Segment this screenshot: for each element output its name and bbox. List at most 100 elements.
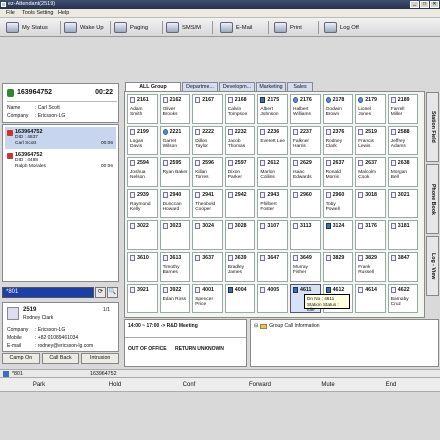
station-cell[interactable]: 2376 Rodney Clark (322, 125, 354, 156)
station-cell[interactable]: 2942 (224, 188, 256, 219)
station-cell[interactable]: 2629 Isaac Edwards (290, 157, 321, 187)
tab-development[interactable]: Developm... (219, 82, 255, 91)
station-cell[interactable]: 4614 (355, 283, 386, 314)
wake-up-button[interactable]: Wake Up (64, 20, 104, 35)
station-cell[interactable]: 4005 (257, 283, 288, 314)
station-cell[interactable]: 3018 (355, 188, 386, 219)
station-cell[interactable]: 3022 (127, 220, 158, 250)
menu-help[interactable]: Help (58, 10, 69, 16)
station-cell[interactable]: 4622 Barnaby Cruz (387, 283, 419, 314)
forward-button[interactable]: Forward (235, 380, 285, 390)
park-button[interactable]: Park (14, 380, 64, 390)
group-call-tree-item[interactable]: ⊟ Group Call Information (254, 323, 320, 329)
paging-button[interactable]: Paging (114, 20, 148, 35)
station-cell[interactable]: 3113 (290, 220, 321, 250)
print-button[interactable]: Print (274, 20, 302, 35)
station-cell[interactable]: 3024 (192, 220, 223, 250)
station-cell[interactable]: 2588 Jeffrey Adams (387, 125, 419, 156)
refresh-button[interactable]: ⟳ (95, 287, 106, 298)
sms-button[interactable]: SMS/M (166, 20, 201, 35)
tab-sales[interactable]: Sales (287, 82, 313, 91)
station-cell[interactable]: 2637 Ronald Morris (322, 157, 354, 187)
station-cell[interactable]: 3023 (159, 220, 191, 250)
station-cell[interactable]: 4004 (224, 283, 256, 314)
expand-icon[interactable]: ⊟ (254, 323, 258, 329)
tab-department[interactable]: Departme... (182, 82, 218, 91)
directory-search-input[interactable]: *801 (2, 287, 94, 298)
station-phone-icon (293, 223, 298, 230)
search-button[interactable]: 🔍 (107, 287, 118, 298)
station-cell[interactable]: 2943 Philbert Foster (257, 188, 288, 219)
menu-tools-setting[interactable]: Tools Setting (22, 10, 54, 16)
station-cell[interactable]: 2179 Lionel Jones (355, 94, 386, 124)
close-button[interactable]: ✕ (430, 1, 439, 8)
station-cell[interactable]: 3647 (257, 252, 288, 282)
station-cell[interactable]: 3021 (387, 188, 419, 219)
station-cell[interactable]: 3829 (322, 252, 354, 282)
conf-button[interactable]: Conf (164, 380, 214, 390)
station-cell[interactable]: 2519 Francis Lewis (355, 125, 386, 156)
station-cell[interactable]: 3610 (127, 252, 158, 282)
station-cell[interactable]: 2176 Halbert Williams (290, 94, 321, 124)
station-cell[interactable]: 2175 Albert Johnson (257, 94, 288, 124)
station-cell[interactable]: 3181 (387, 220, 419, 250)
hold-button[interactable]: Hold (90, 380, 140, 390)
station-cell[interactable]: 2167 (192, 94, 223, 124)
station-cell[interactable]: 2941 Theobold Cooper (192, 188, 223, 219)
wait-call-item[interactable]: 163964752 DID : 4837 Carl Scott 00:06 (5, 127, 116, 149)
station-cell[interactable]: 3829 Frank Russell (355, 252, 386, 282)
station-cell[interactable]: 2232 Jacob Thomas (224, 125, 256, 156)
email-button[interactable]: E-Mail (220, 20, 252, 35)
log-off-button[interactable]: Log Off (324, 20, 359, 35)
station-cell[interactable]: 2189 Farrell Miller (387, 94, 419, 124)
station-cell[interactable]: 2161 Adam Smith (127, 94, 158, 124)
station-cell[interactable]: 2222 Dillon Taylor (192, 125, 223, 156)
station-cell[interactable]: 3921 (127, 283, 158, 314)
station-cell[interactable]: 2594 Joshua Nelson (127, 157, 158, 187)
station-cell[interactable]: 3637 (192, 252, 223, 282)
tab-phone-book[interactable]: Phone Book (426, 164, 439, 234)
minimize-button[interactable]: _ (410, 1, 419, 8)
tab-marketing[interactable]: Marketing (256, 82, 286, 91)
station-cell[interactable]: 3922 Edan Ross (159, 283, 191, 314)
station-cell[interactable]: 2221 Garret Wilson (159, 125, 191, 156)
station-cell[interactable]: 2939 Raymond Kelly (127, 188, 158, 219)
camp-on-button[interactable]: Camp On (2, 353, 40, 364)
station-cell[interactable]: 2597 Dixon Parker (224, 157, 256, 187)
station-cell[interactable]: 2960 (290, 188, 321, 219)
station-cell[interactable]: 2638 Morgan Bell (387, 157, 419, 187)
station-cell[interactable]: 2237 Falkner Harris (290, 125, 321, 156)
intrusion-button[interactable]: Intrusion (81, 353, 120, 364)
my-status-button[interactable]: My Status (6, 20, 48, 35)
station-cell[interactable]: 2595 Ryan Baker (159, 157, 191, 187)
station-cell[interactable]: 3107 (257, 220, 288, 250)
maximize-button[interactable]: □ (420, 1, 429, 8)
menu-file[interactable]: File (6, 10, 15, 16)
station-cell[interactable]: 4001 Spencer Price (192, 283, 223, 314)
station-cell[interactable]: 2168 Calvin Tompson (224, 94, 256, 124)
station-cell[interactable]: 2162 Oliver Brooks (159, 94, 191, 124)
station-cell[interactable]: 2940 Dunccan Howard (159, 188, 191, 219)
station-cell[interactable]: 2960 Toby Powell (322, 188, 354, 219)
tab-log-view[interactable]: Log - View (426, 236, 439, 296)
station-cell[interactable]: 3028 (224, 220, 256, 250)
wait-call-item[interactable]: 163964752 DID : 4488 Ralph Morales 00:06 (5, 150, 116, 172)
station-cell[interactable]: 3649 Murray Fisher (290, 252, 321, 282)
station-cell[interactable]: 2236 Everett Lee (257, 125, 288, 156)
tab-station-field[interactable]: Station Field (426, 92, 439, 162)
station-cell[interactable]: 2612 Marlon Collins (257, 157, 288, 187)
station-cell[interactable]: 2596 Killan Torres (192, 157, 223, 187)
end-button[interactable]: End (366, 380, 416, 390)
station-cell[interactable]: 3847 (387, 252, 419, 282)
station-name: Francis Lewis (358, 138, 374, 149)
station-cell[interactable]: 3613 Timothy Barnes (159, 252, 191, 282)
call-back-button[interactable]: Call Back (41, 353, 80, 364)
station-cell[interactable]: 3639 Bradley James (224, 252, 256, 282)
tab-all-group[interactable]: ALL Group (125, 82, 181, 91)
station-cell[interactable]: 3176 (355, 220, 386, 250)
station-cell[interactable]: 2199 Logan Davis (127, 125, 158, 156)
station-cell[interactable]: 2637 Malcolm Cook (355, 157, 386, 187)
station-cell[interactable]: 3124 (322, 220, 354, 250)
station-cell[interactable]: 2178 Godwin Brown (322, 94, 354, 124)
mute-button[interactable]: Mute (303, 380, 353, 390)
